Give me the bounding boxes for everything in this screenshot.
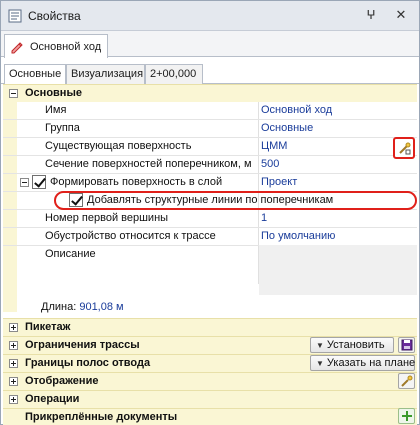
prop-label: Сечение поверхностей поперечником, м — [45, 158, 252, 170]
prop-label: Описание — [45, 248, 96, 260]
prop-value[interactable]: По умолчанию — [261, 230, 335, 242]
section-docs-title: Прикреплённые документы — [25, 411, 178, 423]
pick-on-plan-button[interactable]: ▼ Указать на плане — [310, 355, 415, 371]
dropdown-arrow-icon: ▼ — [316, 359, 324, 368]
prop-value[interactable]: 1 — [261, 212, 267, 224]
section-main-title: Основные — [25, 87, 82, 99]
set-restrictions-label: Установить — [326, 339, 385, 351]
prop-row-first-vertex[interactable]: Номер первой вершины 1 — [3, 210, 417, 228]
collapse-icon[interactable] — [9, 89, 18, 98]
description-field[interactable] — [259, 245, 417, 295]
plus-icon — [402, 411, 412, 421]
prop-label: Существующая поверхность — [45, 140, 192, 152]
tab-main[interactable]: Основные — [4, 64, 66, 85]
tab-main-label: Основные — [9, 68, 62, 80]
set-restrictions-button[interactable]: ▼ Установить — [310, 337, 394, 353]
tab-main-route[interactable]: Основной ход — [4, 34, 108, 58]
prop-value[interactable]: Основной ход — [261, 104, 332, 116]
expand-icon[interactable] — [9, 323, 18, 332]
section-docs-header[interactable]: Прикреплённые документы — [3, 408, 417, 425]
expand-icon[interactable] — [9, 395, 18, 404]
save-icon — [401, 339, 413, 351]
section-display-title: Отображение — [25, 375, 99, 387]
prop-value[interactable]: Основные — [261, 122, 313, 134]
object-tabs: Основной ход — [1, 31, 419, 58]
section-display-header[interactable]: Отображение — [3, 372, 417, 390]
tab-main-route-label: Основной ход — [30, 41, 102, 53]
section-main-header[interactable]: Основные — [3, 84, 417, 102]
prop-label: Обустройство относится к трассе — [45, 230, 216, 242]
title-bar: Свойства ⵖ ✕ — [1, 1, 419, 31]
prop-row-name[interactable]: Имя Основной ход — [3, 102, 417, 120]
section-operations-title: Операции — [25, 393, 80, 405]
expand-icon[interactable] — [9, 359, 18, 368]
prop-value[interactable]: ЦММ — [261, 140, 287, 152]
section-operations-header[interactable]: Операции — [3, 390, 417, 408]
prop-label: Номер первой вершины — [45, 212, 169, 224]
pick-on-plan-label: Указать на плане — [326, 357, 416, 369]
prop-label: Формировать поверхность в слой — [50, 176, 223, 188]
properties-icon — [8, 9, 22, 23]
tab-visualization[interactable]: Визуализация — [66, 64, 145, 84]
tab-station[interactable]: 2+00,000 — [145, 64, 203, 84]
prop-label: Группа — [45, 122, 80, 134]
wand-icon — [399, 142, 411, 155]
tab-station-label: 2+00,000 — [150, 68, 197, 80]
prop-row-surface[interactable]: Существующая поверхность ЦММ — [3, 138, 417, 156]
section-pickets-header[interactable]: Пикетаж — [3, 318, 417, 336]
properties-window: Свойства ⵖ ✕ Основной ход Основные Визуа… — [0, 0, 420, 425]
add-document-button[interactable] — [398, 408, 415, 424]
prop-row-arrangement[interactable]: Обустройство относится к трассе По умолч… — [3, 228, 417, 246]
length-value: 901,08 м — [79, 301, 124, 313]
display-settings-button[interactable] — [398, 373, 415, 389]
expand-icon[interactable] — [9, 341, 18, 350]
collapse-icon[interactable] — [20, 178, 29, 187]
section-restrictions-title: Ограничения трассы — [25, 339, 140, 351]
save-restrictions-button[interactable] — [398, 337, 415, 353]
prop-label: Имя — [45, 104, 67, 116]
surface-picker-button[interactable] — [393, 137, 415, 159]
prop-value[interactable]: 500 — [261, 158, 279, 170]
tab-visualization-label: Визуализация — [71, 68, 144, 80]
window-title: Свойства — [28, 9, 81, 23]
route-pencil-icon — [11, 42, 23, 54]
highlight-outline — [54, 191, 417, 210]
close-icon[interactable]: ✕ — [393, 7, 409, 23]
wand-icon — [401, 375, 413, 387]
length-readout: Длина: 901,08 м — [41, 301, 124, 313]
section-pickets-title: Пикетаж — [25, 321, 71, 333]
pin-icon[interactable]: ⵖ — [363, 7, 379, 23]
expand-icon[interactable] — [9, 377, 18, 386]
prop-row-section[interactable]: Сечение поверхностей поперечником, м 500 — [3, 156, 417, 174]
dropdown-arrow-icon: ▼ — [316, 341, 324, 350]
section-boundaries-title: Границы полос отвода — [25, 357, 151, 369]
form-surface-checkbox[interactable] — [32, 175, 46, 189]
prop-row-group[interactable]: Группа Основные — [3, 120, 417, 138]
prop-row-form-surface[interactable]: Формировать поверхность в слой Проект — [3, 174, 417, 192]
length-label: Длина: — [41, 301, 77, 313]
prop-value[interactable]: Проект — [261, 176, 297, 188]
property-tabs: Основные Визуализация 2+00,000 — [1, 64, 419, 85]
